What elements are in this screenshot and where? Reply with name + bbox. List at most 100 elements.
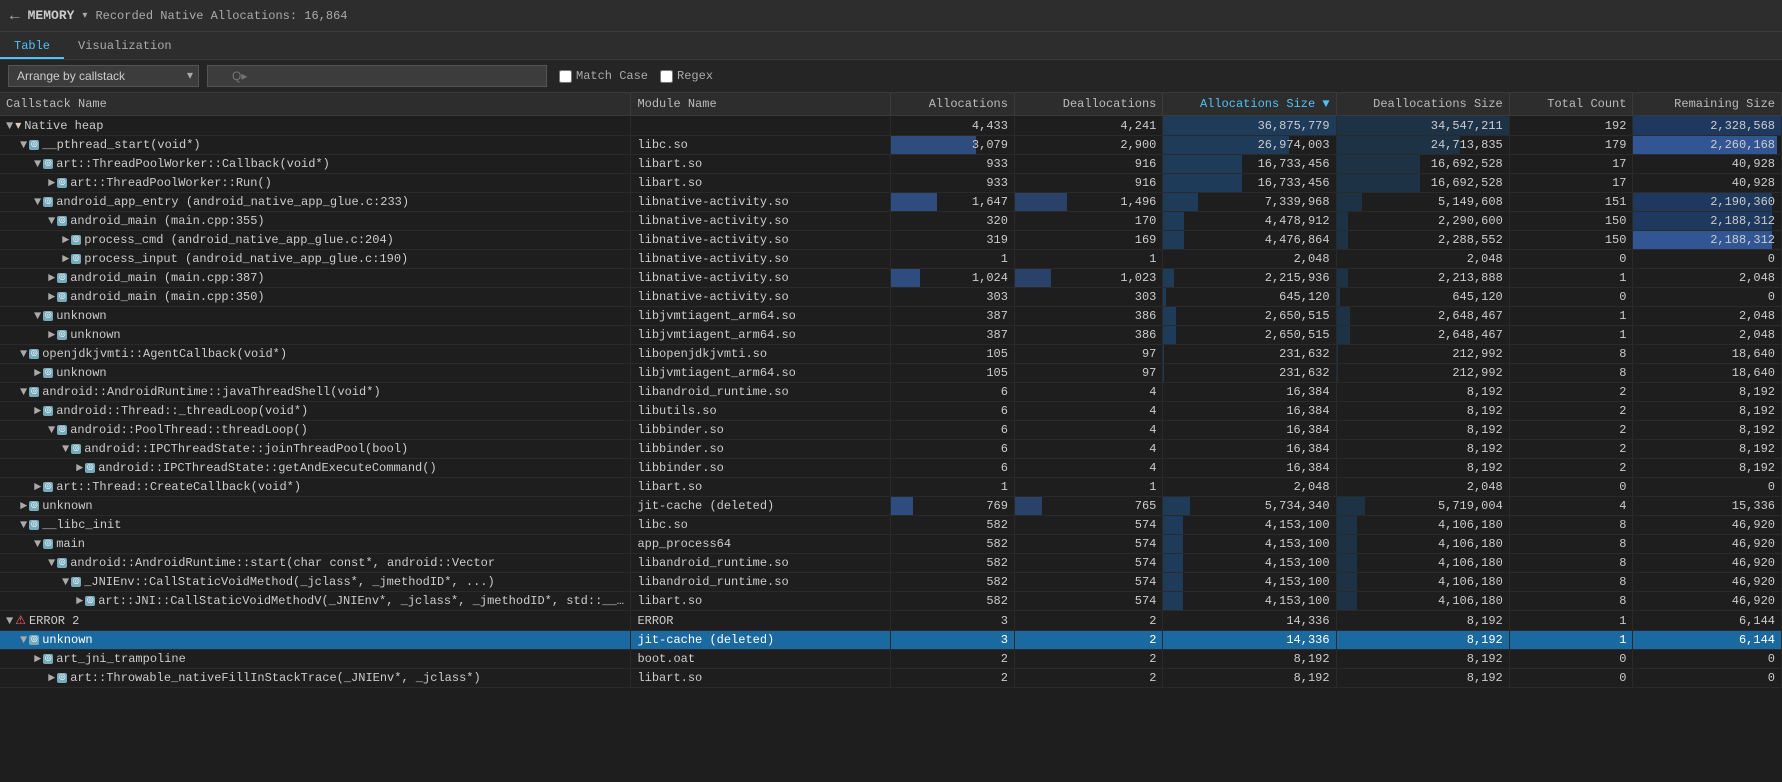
table-row[interactable]: ►◎art::Thread::CreateCallback(void*)liba… — [0, 478, 1782, 497]
table-row[interactable]: ►◎unknownlibjvmtiagent_arm64.so10597231,… — [0, 364, 1782, 383]
table-row[interactable]: ▼◎android::AndroidRuntime::javaThreadShe… — [0, 383, 1782, 402]
table-row[interactable]: ▼▾Native heap4,4334,24136,875,77934,547,… — [0, 116, 1782, 136]
alloc-value: 320 — [891, 212, 1015, 231]
remaining-value: 0 — [1633, 288, 1782, 307]
table-row[interactable]: ▼◎mainapp_process645825744,153,1004,106,… — [0, 535, 1782, 554]
search-input[interactable] — [207, 65, 547, 87]
table-row[interactable]: ▼◎__libc_initlibc.so5825744,153,1004,106… — [0, 516, 1782, 535]
match-case-checkbox[interactable]: Match Case — [559, 69, 648, 83]
table-row[interactable]: ►◎art::Throwable_nativeFillInStackTrace(… — [0, 669, 1782, 688]
tab-visualization[interactable]: Visualization — [64, 32, 186, 59]
back-button[interactable]: ← — [10, 7, 20, 25]
collapse-toggle[interactable]: ▼ — [48, 423, 55, 437]
table-row[interactable]: ►◎unknownjit-cache (deleted)7697655,734,… — [0, 497, 1782, 516]
table-row[interactable]: ▼◎android::IPCThreadState::joinThreadPoo… — [0, 440, 1782, 459]
col-header-allocations[interactable]: Allocations — [891, 93, 1015, 116]
table-row[interactable]: ►◎art_jni_trampolineboot.oat228,1928,192… — [0, 650, 1782, 669]
collapse-toggle[interactable]: ▼ — [62, 442, 69, 456]
app-dropdown-arrow[interactable]: ▾ — [82, 10, 87, 22]
totalcount-value: 0 — [1509, 288, 1633, 307]
table-row[interactable]: ▼⚠ERROR 2ERROR3214,3368,19216,144 — [0, 611, 1782, 631]
col-header-allocsize[interactable]: Allocations Size ▼ — [1163, 93, 1336, 116]
collapse-toggle[interactable]: ▼ — [34, 157, 41, 171]
expand-toggle[interactable]: ► — [34, 480, 41, 494]
table-row[interactable]: ▼◎art::ThreadPoolWorker::Callback(void*)… — [0, 155, 1782, 174]
regex-checkbox[interactable]: Regex — [660, 69, 713, 83]
col-header-module[interactable]: Module Name — [631, 93, 891, 116]
module-name: libjvmtiagent_arm64.so — [631, 307, 891, 326]
expand-toggle[interactable]: ► — [34, 404, 41, 418]
table-row[interactable]: ▼◎__pthread_start(void*)libc.so3,0792,90… — [0, 136, 1782, 155]
col-header-deallocsize[interactable]: Deallocations Size — [1336, 93, 1509, 116]
collapse-toggle[interactable]: ▼ — [62, 575, 69, 589]
table-row[interactable]: ►◎process_cmd (android_native_app_glue.c… — [0, 231, 1782, 250]
collapse-toggle[interactable]: ▼ — [20, 385, 27, 399]
table-row[interactable]: ▼◎unknownlibjvmtiagent_arm64.so3873862,6… — [0, 307, 1782, 326]
tab-table[interactable]: Table — [0, 32, 64, 59]
callstack-name: android::IPCThreadState::joinThreadPool(… — [84, 442, 408, 456]
expand-toggle[interactable]: ► — [20, 499, 27, 513]
expand-toggle[interactable]: ► — [48, 271, 55, 285]
expand-toggle[interactable]: ► — [48, 290, 55, 304]
collapse-toggle[interactable]: ▼ — [20, 347, 27, 361]
collapse-toggle[interactable]: ▼ — [20, 633, 27, 647]
tabs-bar: Table Visualization — [0, 32, 1782, 60]
callstack-name: process_cmd (android_native_app_glue.c:2… — [84, 233, 394, 247]
expand-toggle[interactable]: ► — [62, 233, 69, 247]
deallocsize-value: 4,106,180 — [1336, 535, 1509, 554]
col-header-totalcount[interactable]: Total Count — [1509, 93, 1633, 116]
table-row[interactable]: ►◎process_input (android_native_app_glue… — [0, 250, 1782, 269]
expand-toggle[interactable]: ► — [48, 328, 55, 342]
table-row[interactable]: ►◎android_main (main.cpp:387)libnative-a… — [0, 269, 1782, 288]
table-row[interactable]: ►◎art::JNI::CallStaticVoidMethodV(_JNIEn… — [0, 592, 1782, 611]
expand-toggle[interactable]: ► — [34, 366, 41, 380]
expand-toggle[interactable]: ► — [48, 176, 55, 190]
collapse-toggle[interactable]: ▼ — [34, 309, 41, 323]
dealloc-value: 386 — [1014, 307, 1162, 326]
expand-toggle[interactable]: ► — [48, 671, 55, 685]
callstack-name: android_main (main.cpp:355) — [70, 214, 264, 228]
allocsize-value: 8,192 — [1163, 669, 1336, 688]
table-row[interactable]: ►◎unknownlibjvmtiagent_arm64.so3873862,6… — [0, 326, 1782, 345]
callstack-name: art::Throwable_nativeFillInStackTrace(_J… — [70, 671, 480, 685]
collapse-toggle[interactable]: ▼ — [48, 214, 55, 228]
callstack-name: android::AndroidRuntime::start(char cons… — [70, 556, 495, 570]
callstack-name: _JNIEnv::CallStaticVoidMethod(_jclass*, … — [84, 575, 494, 589]
table-row[interactable]: ▼◎_JNIEnv::CallStaticVoidMethod(_jclass*… — [0, 573, 1782, 592]
table-row[interactable]: ▼◎unknownjit-cache (deleted)3214,3368,19… — [0, 631, 1782, 650]
expand-toggle[interactable]: ► — [76, 461, 83, 475]
collapse-toggle[interactable]: ▼ — [6, 614, 13, 628]
deallocsize-value: 34,547,211 — [1336, 116, 1509, 136]
expand-toggle[interactable]: ► — [76, 594, 83, 608]
dealloc-value: 4 — [1014, 440, 1162, 459]
table-row[interactable]: ►◎art::ThreadPoolWorker::Run()libart.so9… — [0, 174, 1782, 193]
expand-toggle[interactable]: ► — [62, 252, 69, 266]
arrange-dropdown[interactable]: Arrange by callstack Arrange by allocati… — [8, 65, 199, 87]
col-header-deallocations[interactable]: Deallocations — [1014, 93, 1162, 116]
dealloc-value: 1 — [1014, 250, 1162, 269]
table-row[interactable]: ▼◎android_app_entry (android_native_app_… — [0, 193, 1782, 212]
collapse-toggle[interactable]: ▼ — [6, 119, 13, 133]
collapse-toggle[interactable]: ▼ — [20, 518, 27, 532]
collapse-toggle[interactable]: ▼ — [34, 537, 41, 551]
collapse-toggle[interactable]: ▼ — [20, 138, 27, 152]
table-row[interactable]: ►◎android_main (main.cpp:350)libnative-a… — [0, 288, 1782, 307]
table-row[interactable]: ▼◎android::AndroidRuntime::start(char co… — [0, 554, 1782, 573]
col-header-remaining[interactable]: Remaining Size — [1633, 93, 1782, 116]
alloc-value: 6 — [891, 459, 1015, 478]
collapse-toggle[interactable]: ▼ — [48, 556, 55, 570]
col-header-callstack[interactable]: Callstack Name — [0, 93, 631, 116]
table-row[interactable]: ▼◎android::PoolThread::threadLoop()libbi… — [0, 421, 1782, 440]
callstack-name: unknown — [56, 309, 106, 323]
expand-toggle[interactable]: ► — [34, 652, 41, 666]
alloc-value: 105 — [891, 364, 1015, 383]
table-row[interactable]: ►◎android::Thread::_threadLoop(void*)lib… — [0, 402, 1782, 421]
table-row[interactable]: ►◎android::IPCThreadState::getAndExecute… — [0, 459, 1782, 478]
alloc-value: 1,024 — [891, 269, 1015, 288]
remaining-value: 0 — [1633, 478, 1782, 497]
module-name: jit-cache (deleted) — [631, 631, 891, 650]
table-row[interactable]: ▼◎android_main (main.cpp:355)libnative-a… — [0, 212, 1782, 231]
table-row[interactable]: ▼◎openjdkjvmti::AgentCallback(void*)libo… — [0, 345, 1782, 364]
callstack-name: __libc_init — [42, 518, 121, 532]
collapse-toggle[interactable]: ▼ — [34, 195, 41, 209]
